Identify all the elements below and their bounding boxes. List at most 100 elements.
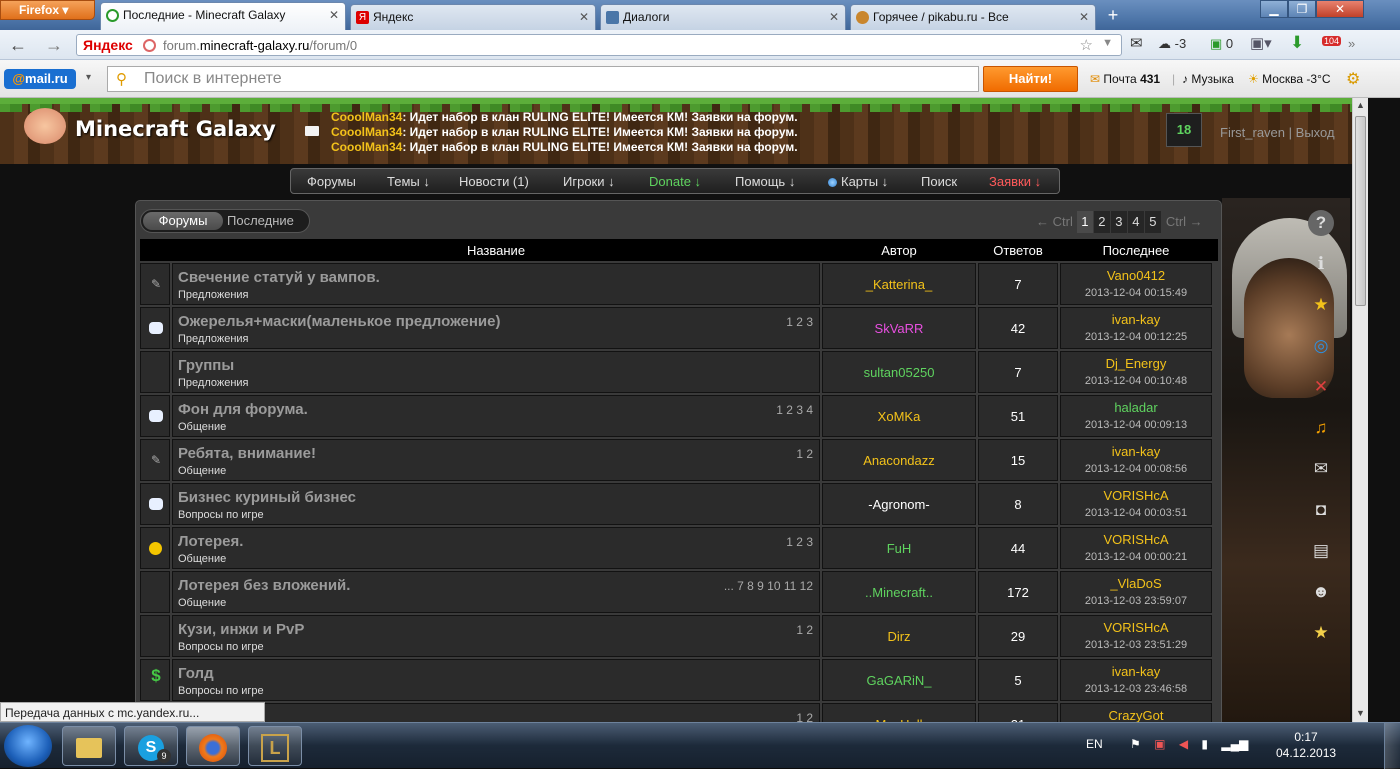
tab-yandex[interactable]: Я Яндекс ✕ [350,4,596,30]
notification-badge[interactable]: 104 [1322,36,1342,46]
new-tab-button[interactable]: + [1100,5,1126,27]
last-post-user[interactable]: haladar [1061,400,1211,415]
last-post-user[interactable]: Vano0412 [1061,268,1211,283]
mail-link[interactable]: ✉ Почта 431 [1090,72,1160,86]
clock[interactable]: 0:17 04.12.2013 [1276,729,1336,761]
topic-row[interactable]: Группы Предложения sultan05250 7 Dj_Energy 20… [140,351,1215,393]
topic-title-link[interactable]: Ожерелья+маски(маленькое предложение) [178,313,500,330]
topic-page-links[interactable]: 1 2 [796,623,813,637]
topic-page-links[interactable]: 1 2 3 [786,535,813,549]
show-desktop-button[interactable] [1384,723,1400,769]
pager-page[interactable]: 5 [1144,211,1161,233]
pager-page[interactable]: 3 [1110,211,1127,233]
topic-author-link[interactable]: SkVaRR [823,321,975,336]
pager-page[interactable]: 1 [1076,211,1093,233]
topic-title-link[interactable]: Ребята, внимание! [178,445,316,462]
language-indicator[interactable]: EN [1086,737,1103,751]
page-scrollbar[interactable]: ▲ ▼ [1352,98,1368,722]
back-icon[interactable]: ← [6,34,30,56]
site-logo-icon[interactable] [24,108,66,144]
mail-icon[interactable]: ✉ [1308,456,1334,482]
topic-author-link[interactable]: XoMKa [823,409,975,424]
menu-item[interactable]: Форумы [307,174,356,189]
topic-author-link[interactable]: ..Minecraft.. [823,585,975,600]
menu-item[interactable]: Помощь ↓ [735,174,795,189]
last-post-user[interactable]: VORISHcA [1061,620,1211,635]
bookmark-star-icon[interactable]: ☆ [1080,36,1093,54]
news-icon[interactable]: ▤ [1308,538,1334,564]
topic-row[interactable]: $ Голд Вопросы по игре GaGARiN_ 5 ivan-kay 201… [140,659,1215,701]
topic-row[interactable]: 1 2 My_Hell21CrazyGot [140,703,1215,722]
menu-item[interactable]: Карты ↓ [841,174,888,189]
download-icon[interactable]: ⬇ [1290,33,1304,53]
last-post-user[interactable]: Dj_Energy [1061,356,1211,371]
menu-item[interactable]: Donate ↓ [649,174,701,189]
url-text[interactable]: forum.minecraft-galaxy.ru/forum/0 [163,38,357,53]
topic-row[interactable]: · Фон для форума. Общение 1 2 3 4 XoMKa 51 hal… [140,395,1215,437]
tab-close-icon[interactable]: ✕ [1079,10,1089,24]
last-post-user[interactable]: ivan-kay [1061,312,1211,327]
pager-next[interactable]: Ctrl → [1166,214,1203,229]
topic-page-links[interactable]: 1 2 3 [786,315,813,329]
scroll-down-icon[interactable]: ▼ [1356,708,1365,718]
internet-search-input[interactable]: ⚲ Поиск в интернете [107,66,979,92]
start-button[interactable] [4,725,52,767]
tab-dialogs[interactable]: Диалоги ✕ [600,4,846,30]
league-taskbar-icon[interactable]: L [248,726,302,766]
music-icon[interactable]: ♫ [1308,415,1334,441]
star-icon[interactable]: ★ [1308,292,1334,318]
last-post-user[interactable]: VORISHcA [1061,488,1211,503]
topic-title-link[interactable]: Свечение статуй у вампов. [178,269,380,286]
menu-item[interactable]: Заявки ↓ [989,174,1041,189]
add-bookmark-icon[interactable]: ▣▾ [1250,34,1272,52]
topic-page-links[interactable]: 1 2 3 4 [776,403,813,417]
news-ticker-line[interactable]: CooolMan34: Идет набор в клан RULING ELI… [331,140,798,154]
topic-author-link[interactable]: FuH [823,541,975,556]
topic-row[interactable]: ✎ Свечение статуй у вампов. Предложения _Ka… [140,263,1215,305]
topic-author-link[interactable]: _Katterina_ [823,277,975,292]
tab-close-icon[interactable]: ✕ [579,10,589,24]
url-dropdown-icon[interactable]: ▼ [1102,37,1113,49]
topic-title-link[interactable]: Лотерея. [178,533,243,550]
firefox-taskbar-icon[interactable] [186,726,240,766]
site-identity-icon[interactable] [143,39,156,52]
lifebuoy-icon[interactable]: ◎ [1308,333,1334,359]
menu-item[interactable]: Темы ↓ [387,174,430,189]
pager-page[interactable]: 2 [1093,211,1110,233]
forward-icon[interactable]: → [42,34,66,56]
tab-minecraft-galaxy[interactable]: Последние - Minecraft Galaxy ✕ [100,2,346,30]
topic-row[interactable]: ✎ Ребята, внимание! Общение 1 2 Anacondazz 15… [140,439,1215,481]
topic-title-link[interactable]: Бизнес куриный бизнес [178,489,356,506]
topic-author-link[interactable]: -Agronom- [823,497,975,512]
pager-prev[interactable]: ← Ctrl [1036,214,1073,229]
last-post-user[interactable]: ivan-kay [1061,444,1211,459]
logout-link[interactable]: Выход [1296,125,1335,140]
weather-toolbar-icon[interactable]: ☁ -3 [1158,36,1186,52]
site-title[interactable]: Minecraft Galaxy [75,117,276,141]
tab-pikabu[interactable]: Горячее / pikabu.ru - Все ✕ [850,4,1096,30]
info-icon[interactable]: ℹ [1308,251,1334,277]
topic-page-links[interactable]: 1 2 [796,711,813,722]
menu-item[interactable]: Новости (1) [459,174,529,189]
tools-icon[interactable]: ✕ [1308,374,1334,400]
topic-page-links[interactable]: ... 7 8 9 10 11 12 [724,579,813,593]
tab-close-icon[interactable]: ✕ [829,10,839,24]
music-link[interactable]: ♪ Музыка [1182,72,1234,86]
topic-row[interactable]: Кузи, инжи и PvP Вопросы по игре 1 2 Dirz 29… [140,615,1215,657]
menu-overflow-icon[interactable]: » [1348,36,1355,51]
topic-title-link[interactable]: Голд [178,665,214,682]
help-icon[interactable]: ? [1308,210,1334,236]
pager-page[interactable]: 4 [1127,211,1144,233]
settings-gear-icon[interactable]: ⚙ [1346,69,1360,89]
topic-title-link[interactable]: Кузи, инжи и PvP [178,621,304,638]
topic-row[interactable]: · Бизнес куриный бизнес Вопросы по игре -Ag… [140,483,1215,525]
topic-author-link[interactable]: Anacondazz [823,453,975,468]
volume-icon[interactable]: ◀ [1179,737,1188,751]
topic-row[interactable]: Лотерея. Общение 1 2 3 FuH 44 VORISHcA 2013-12… [140,527,1215,569]
mailru-logo[interactable]: @mail.ru [4,69,76,89]
battery-icon[interactable]: ▮ [1201,737,1208,751]
network-icon[interactable]: ▣ [1154,737,1165,751]
topic-page-links[interactable]: 1 2 [796,447,813,461]
news-ticker-line[interactable]: CooolMan34: Идет набор в клан RULING ELI… [331,125,798,139]
topic-author-link[interactable]: GaGARiN_ [823,673,975,688]
